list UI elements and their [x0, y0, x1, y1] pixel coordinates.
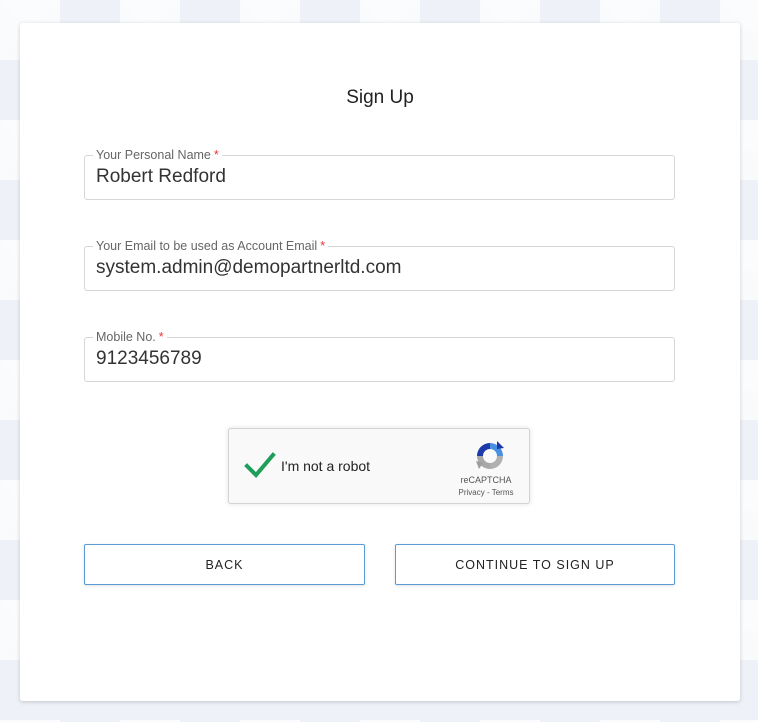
- personal-name-input[interactable]: [96, 166, 656, 188]
- mobile-label: Mobile No. *: [93, 330, 167, 344]
- required-marker: *: [213, 148, 219, 162]
- back-button[interactable]: Back: [84, 544, 365, 585]
- personal-name-label: Your Personal Name *: [93, 148, 222, 162]
- signup-card: Sign Up Your Personal Name* Your Email t…: [20, 23, 740, 701]
- personal-name-field[interactable]: Your Personal Name *: [84, 148, 675, 200]
- email-input[interactable]: [96, 257, 656, 279]
- page-title: Sign Up: [346, 87, 414, 108]
- mobile-input[interactable]: [96, 348, 656, 370]
- checkmark-icon[interactable]: [243, 449, 277, 483]
- recaptcha-brand: reCAPTCHA: [460, 475, 512, 485]
- recaptcha-widget: I'm not a robot reCAPTCHA Privacy - Term…: [228, 428, 530, 504]
- email-field[interactable]: Your Email to be used as Account Email *: [84, 239, 675, 291]
- email-label: Your Email to be used as Account Email *: [93, 239, 329, 253]
- required-marker: *: [320, 239, 326, 253]
- recaptcha-logo-icon: [476, 441, 504, 469]
- mobile-field[interactable]: Mobile No. *: [84, 330, 675, 382]
- required-marker: *: [158, 330, 164, 344]
- continue-signup-button[interactable]: Continue to sign up: [395, 544, 675, 585]
- recaptcha-links: Privacy - Terms: [451, 488, 521, 497]
- links-separator: -: [486, 488, 490, 497]
- captcha-label: I'm not a robot: [281, 458, 371, 474]
- privacy-link[interactable]: Privacy: [459, 488, 485, 497]
- terms-link[interactable]: Terms: [492, 488, 514, 497]
